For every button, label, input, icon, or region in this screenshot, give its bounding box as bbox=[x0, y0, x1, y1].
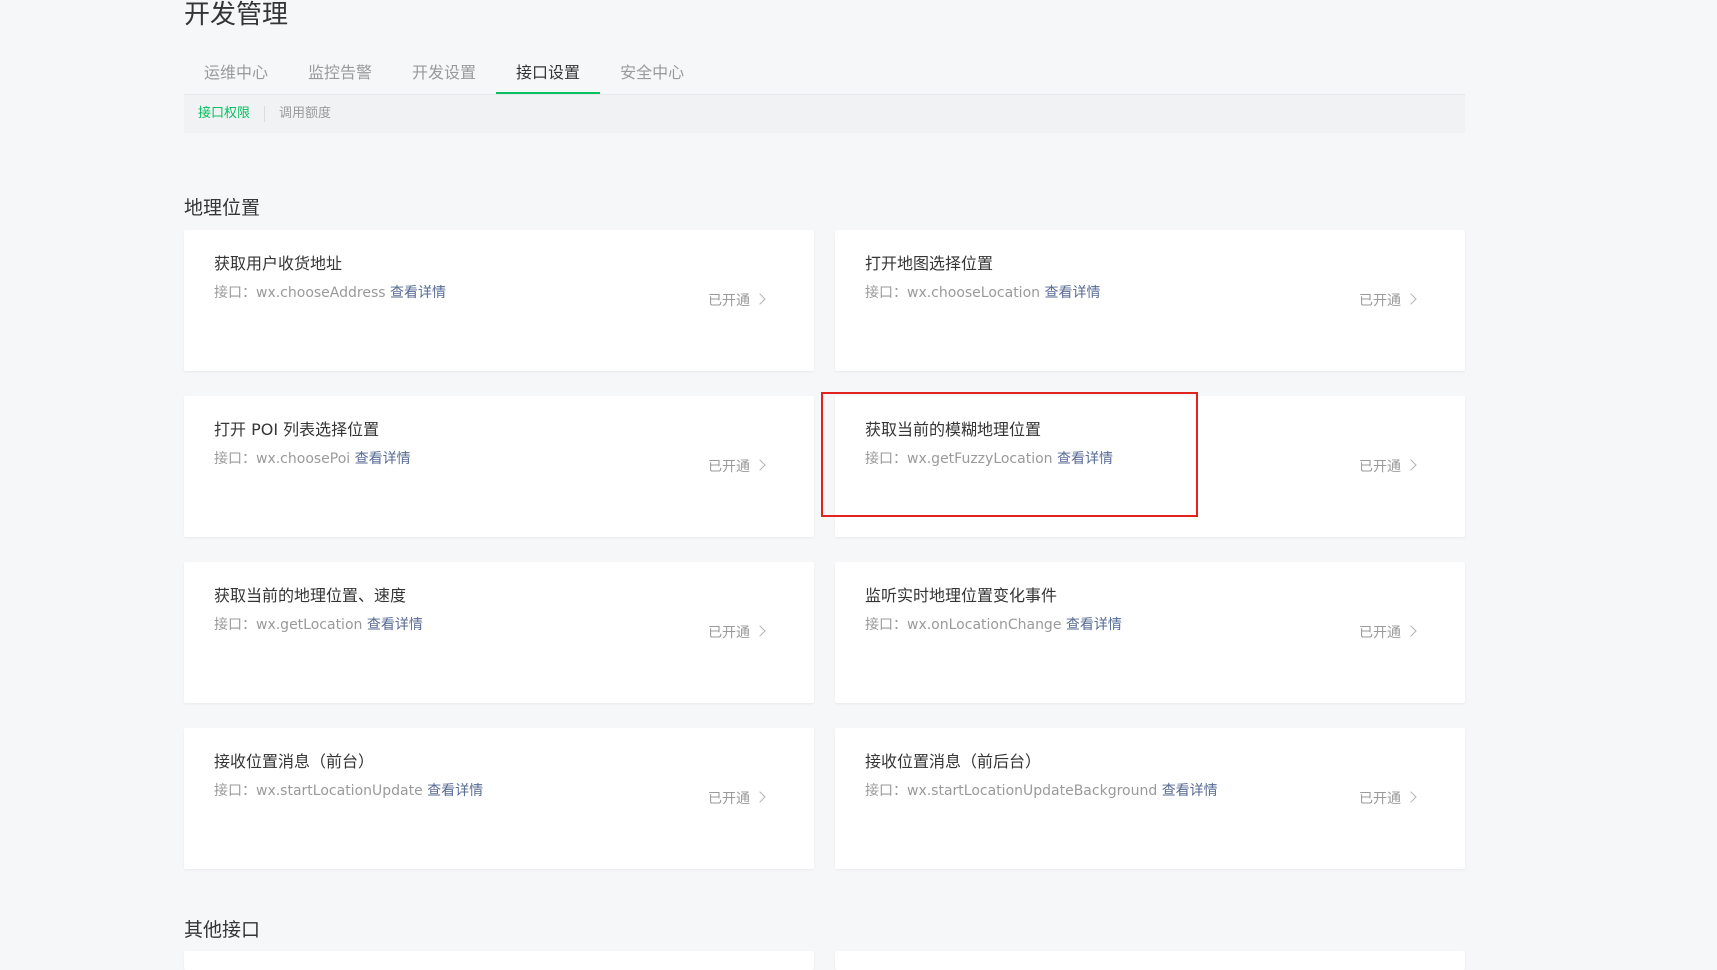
view-details-link[interactable]: 查看详情 bbox=[427, 783, 483, 799]
subnav-call-quota[interactable]: 调用额度 bbox=[265, 106, 345, 122]
status-label: 已开通 bbox=[1359, 459, 1401, 475]
status-enabled-button[interactable]: 已开通 bbox=[708, 622, 766, 642]
api-name: 接口：wx.startLocationUpdate bbox=[214, 783, 423, 799]
view-details-link[interactable]: 查看详情 bbox=[1162, 783, 1218, 799]
chevron-right-icon bbox=[1405, 625, 1417, 637]
api-card: 打开 POI 列表选择位置 接口：wx.choosePoi 查看详情 已开通 bbox=[184, 396, 814, 537]
tab-dev-settings[interactable]: 开发设置 bbox=[392, 58, 496, 94]
status-enabled-button[interactable]: 已开通 bbox=[1359, 788, 1417, 808]
api-name: 接口：wx.choosePoi bbox=[214, 451, 351, 467]
card-api-desc: 接口：wx.startLocationUpdateBackground 查看详情 bbox=[865, 780, 1218, 800]
api-name: 接口：wx.getLocation bbox=[214, 617, 363, 633]
api-card: 监听实时地理位置变化事件 接口：wx.onLocationChange 查看详情… bbox=[835, 562, 1465, 703]
section-title-location: 地理位置 bbox=[184, 197, 261, 219]
api-name: 接口：wx.chooseLocation bbox=[865, 285, 1041, 301]
tab-security-center[interactable]: 安全中心 bbox=[600, 58, 704, 94]
card-title: 接收位置消息（前后台） bbox=[865, 752, 1042, 771]
status-enabled-button[interactable]: 已开通 bbox=[1359, 622, 1417, 642]
status-label: 已开通 bbox=[708, 459, 750, 475]
chevron-right-icon bbox=[754, 625, 766, 637]
api-name: 接口：wx.getFuzzyLocation bbox=[865, 451, 1053, 467]
api-card: 打开地图选择位置 接口：wx.chooseLocation 查看详情 已开通 bbox=[835, 230, 1465, 371]
card-api-desc: 接口：wx.startLocationUpdate 查看详情 bbox=[214, 780, 483, 800]
status-enabled-button[interactable]: 已开通 bbox=[1359, 290, 1417, 310]
card-api-desc: 接口：wx.chooseAddress 查看详情 bbox=[214, 282, 446, 302]
tab-monitoring-alerts[interactable]: 监控告警 bbox=[288, 58, 392, 94]
status-label: 已开通 bbox=[1359, 791, 1401, 807]
api-card: 获取用户收货地址 接口：wx.chooseAddress 查看详情 已开通 bbox=[184, 230, 814, 371]
status-label: 已开通 bbox=[708, 293, 750, 309]
api-card bbox=[184, 951, 814, 970]
view-details-link[interactable]: 查看详情 bbox=[390, 285, 446, 301]
card-api-desc: 接口：wx.choosePoi 查看详情 bbox=[214, 448, 411, 468]
api-name: 接口：wx.onLocationChange bbox=[865, 617, 1062, 633]
status-label: 已开通 bbox=[1359, 293, 1401, 309]
status-label: 已开通 bbox=[708, 625, 750, 641]
section-title-other-apis: 其他接口 bbox=[184, 919, 261, 941]
api-card bbox=[835, 951, 1465, 970]
status-enabled-button[interactable]: 已开通 bbox=[708, 456, 766, 476]
api-card: 接收位置消息（前后台） 接口：wx.startLocationUpdateBac… bbox=[835, 728, 1465, 869]
view-details-link[interactable]: 查看详情 bbox=[1057, 451, 1113, 467]
card-title: 打开 POI 列表选择位置 bbox=[214, 420, 380, 439]
chevron-right-icon bbox=[754, 459, 766, 471]
card-api-desc: 接口：wx.getLocation 查看详情 bbox=[214, 614, 423, 634]
view-details-link[interactable]: 查看详情 bbox=[1066, 617, 1122, 633]
card-title: 获取当前的地理位置、速度 bbox=[214, 586, 407, 605]
status-enabled-button[interactable]: 已开通 bbox=[1359, 456, 1417, 476]
card-title: 打开地图选择位置 bbox=[865, 254, 994, 273]
card-title: 获取用户收货地址 bbox=[214, 254, 343, 273]
card-api-desc: 接口：wx.getFuzzyLocation 查看详情 bbox=[865, 448, 1113, 468]
api-name: 接口：wx.chooseAddress bbox=[214, 285, 386, 301]
status-label: 已开通 bbox=[708, 791, 750, 807]
sub-navigation: 接口权限 调用额度 bbox=[184, 95, 1465, 133]
view-details-link[interactable]: 查看详情 bbox=[355, 451, 411, 467]
page-title: 开发管理 bbox=[184, 0, 289, 30]
tab-api-settings[interactable]: 接口设置 bbox=[496, 58, 601, 94]
card-api-desc: 接口：wx.onLocationChange 查看详情 bbox=[865, 614, 1122, 634]
view-details-link[interactable]: 查看详情 bbox=[367, 617, 423, 633]
api-card: 获取当前的模糊地理位置 接口：wx.getFuzzyLocation 查看详情 … bbox=[835, 396, 1465, 537]
chevron-right-icon bbox=[1405, 459, 1417, 471]
status-enabled-button[interactable]: 已开通 bbox=[708, 290, 766, 310]
tab-bar: 运维中心 监控告警 开发设置 接口设置 安全中心 bbox=[184, 58, 1465, 95]
api-name: 接口：wx.startLocationUpdateBackground bbox=[865, 783, 1158, 799]
card-api-desc: 接口：wx.chooseLocation 查看详情 bbox=[865, 282, 1100, 302]
tab-ops-center[interactable]: 运维中心 bbox=[184, 58, 288, 94]
card-title: 接收位置消息（前台） bbox=[214, 752, 375, 771]
chevron-right-icon bbox=[754, 293, 766, 305]
status-label: 已开通 bbox=[1359, 625, 1401, 641]
subnav-api-permissions[interactable]: 接口权限 bbox=[184, 106, 264, 122]
card-title: 获取当前的模糊地理位置 bbox=[865, 420, 1042, 439]
chevron-right-icon bbox=[754, 791, 766, 803]
api-card: 接收位置消息（前台） 接口：wx.startLocationUpdate 查看详… bbox=[184, 728, 814, 869]
card-title: 监听实时地理位置变化事件 bbox=[865, 586, 1058, 605]
status-enabled-button[interactable]: 已开通 bbox=[708, 788, 766, 808]
view-details-link[interactable]: 查看详情 bbox=[1044, 285, 1100, 301]
chevron-right-icon bbox=[1405, 293, 1417, 305]
api-card: 获取当前的地理位置、速度 接口：wx.getLocation 查看详情 已开通 bbox=[184, 562, 814, 703]
chevron-right-icon bbox=[1405, 791, 1417, 803]
